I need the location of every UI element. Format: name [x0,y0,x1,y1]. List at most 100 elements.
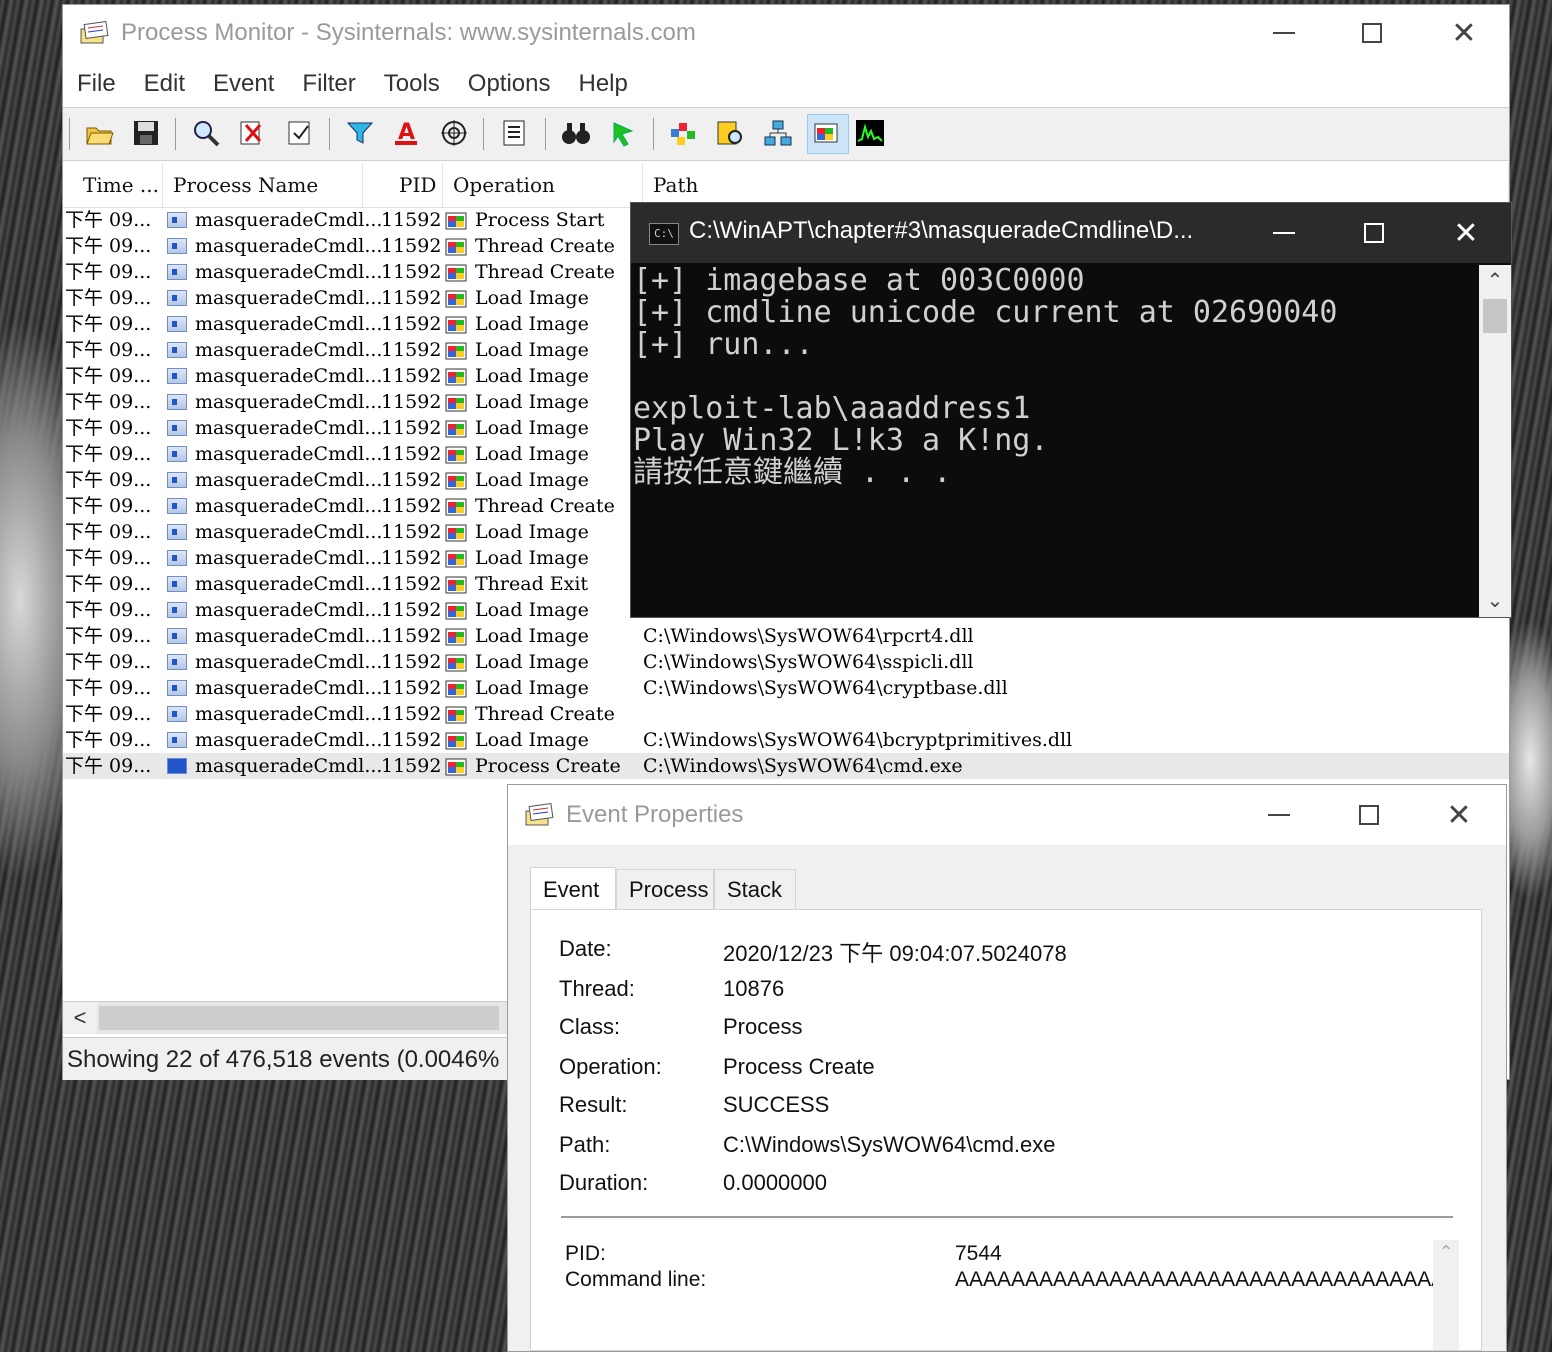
column-operation[interactable]: Operation [443,163,643,207]
process-icon [167,368,187,384]
ep-minimize-button[interactable] [1234,787,1324,843]
cell-time: 下午 09... [65,235,152,257]
cell-pid: 11592 [381,599,442,621]
console-vscrollbar[interactable]: ⌃ ⌄ [1479,265,1511,617]
open-icon[interactable] [83,116,117,150]
process-icon [167,498,187,514]
cell-pid: 11592 [381,443,442,465]
tab-stack[interactable]: Stack [714,869,796,909]
menu-options[interactable]: Options [454,70,565,98]
table-row[interactable]: 下午 09... masqueradeCmdl... 11592 Load Image… [63,623,1509,649]
operation-icon [445,757,469,776]
column-process-name[interactable]: Process Name [163,163,363,207]
scroll-down-icon[interactable]: ⌄ [1479,585,1511,617]
cell-process-name: masqueradeCmdl... [195,443,383,465]
cell-time: 下午 09... [65,443,152,465]
duration-value: 0.0000000 [723,1170,827,1195]
event-properties-titlebar[interactable]: Event Properties ✕ [508,785,1506,845]
date-label: Date: [559,936,612,961]
menu-tools[interactable]: Tools [370,70,454,98]
cell-pid: 11592 [381,313,442,335]
column-time[interactable]: Time ... [63,163,163,207]
table-row[interactable]: 下午 09... masqueradeCmdl... 11592 Load Image… [63,649,1509,675]
hscroll-thumb[interactable] [99,1006,499,1030]
cell-operation: Thread Create [475,235,615,257]
date-value: 2020/12/23 下午 09:04:07.5024078 [723,941,1067,966]
network-activity-icon[interactable] [761,116,795,150]
clear-icon[interactable] [283,116,317,150]
menu-filter[interactable]: Filter [288,70,369,98]
toolbar-separator [483,118,484,150]
table-row[interactable]: 下午 09... masqueradeCmdl... 11592 Load Image… [63,675,1509,701]
procmon-app-icon [79,20,109,47]
details-vscrollbar[interactable]: ⌃ [1433,1240,1459,1350]
cell-operation: Load Image [475,443,589,465]
process-icon [167,342,187,358]
scroll-up-icon[interactable]: ⌃ [1479,265,1511,297]
properties-icon[interactable] [497,116,531,150]
operation-icon [445,497,469,516]
procmon-minimize-button[interactable] [1239,5,1329,61]
ep-maximize-button[interactable] [1324,787,1414,843]
cell-pid: 11592 [381,365,442,387]
tab-process[interactable]: Process [616,869,714,909]
capture-icon[interactable] [189,116,223,150]
cell-operation: Process Create [475,755,621,777]
cell-time: 下午 09... [65,755,152,777]
ep-close-button[interactable]: ✕ [1414,787,1504,843]
process-icon [167,394,187,410]
procmon-close-button[interactable]: ✕ [1419,5,1509,61]
cell-pid: 11592 [381,547,442,569]
cell-pid: 11592 [381,703,442,725]
pid-label: PID: [565,1242,606,1265]
cell-process-name: masqueradeCmdl... [195,287,383,309]
tab-event[interactable]: Event [530,867,616,909]
event-list-hscrollbar[interactable]: < [63,1001,509,1034]
column-path[interactable]: Path [643,163,1509,207]
procmon-maximize-button[interactable] [1327,5,1417,61]
vscroll-thumb[interactable] [1483,299,1507,333]
close-icon: ✕ [1451,16,1477,50]
autoscroll-icon[interactable] [235,116,269,150]
menu-edit[interactable]: Edit [130,70,199,98]
cell-operation: Load Image [475,729,589,751]
scroll-left-icon[interactable]: < [63,1002,97,1034]
highlight-icon[interactable]: A [389,116,423,150]
operation-icon [445,289,469,308]
path-label: Path: [559,1132,611,1157]
console-minimize-button[interactable] [1239,203,1329,263]
console-titlebar[interactable]: C:\ C:\WinAPT\chapter#3\masqueradeCmdlin… [631,203,1511,263]
column-pid[interactable]: PID [363,163,443,207]
include-process-icon[interactable] [437,116,471,150]
scroll-up-icon[interactable]: ⌃ [1433,1242,1459,1263]
procmon-titlebar[interactable]: Process Monitor - Sysinternals: www.sysi… [63,5,1509,61]
profiling-icon[interactable] [853,116,887,150]
menu-event[interactable]: Event [199,70,288,98]
cell-process-name: masqueradeCmdl... [195,573,383,595]
cell-pid: 11592 [381,573,442,595]
cell-path: C:\Windows\SysWOW64\sspicli.dll [643,651,974,673]
console-output[interactable]: [+] imagebase at 003C0000 [+] cmdline uni… [633,265,1477,617]
console-line: 請按任意鍵繼續 . . . [633,455,952,490]
console-close-button[interactable]: ✕ [1421,203,1511,263]
table-row[interactable]: 下午 09... masqueradeCmdl... 11592 Process Cr… [63,753,1509,779]
cell-operation: Load Image [475,417,589,439]
minimize-icon [1273,32,1295,34]
operation-icon [445,679,469,698]
save-icon[interactable] [129,116,163,150]
menu-help[interactable]: Help [565,70,642,98]
console-maximize-button[interactable] [1329,203,1419,263]
jump-icon[interactable] [607,116,641,150]
menu-file[interactable]: File [63,70,130,98]
table-row[interactable]: 下午 09... masqueradeCmdl... 11592 Thread Cre… [63,701,1509,727]
operation-icon [445,445,469,464]
filter-icon[interactable] [343,116,377,150]
registry-activity-icon[interactable] [667,116,701,150]
table-row[interactable]: 下午 09... masqueradeCmdl... 11592 Load Image… [63,727,1509,753]
file-activity-icon[interactable] [713,116,747,150]
find-icon[interactable] [559,116,593,150]
maximize-icon [1362,23,1382,43]
cell-time: 下午 09... [65,677,152,699]
cell-time: 下午 09... [65,469,152,491]
process-activity-icon[interactable] [807,114,849,154]
